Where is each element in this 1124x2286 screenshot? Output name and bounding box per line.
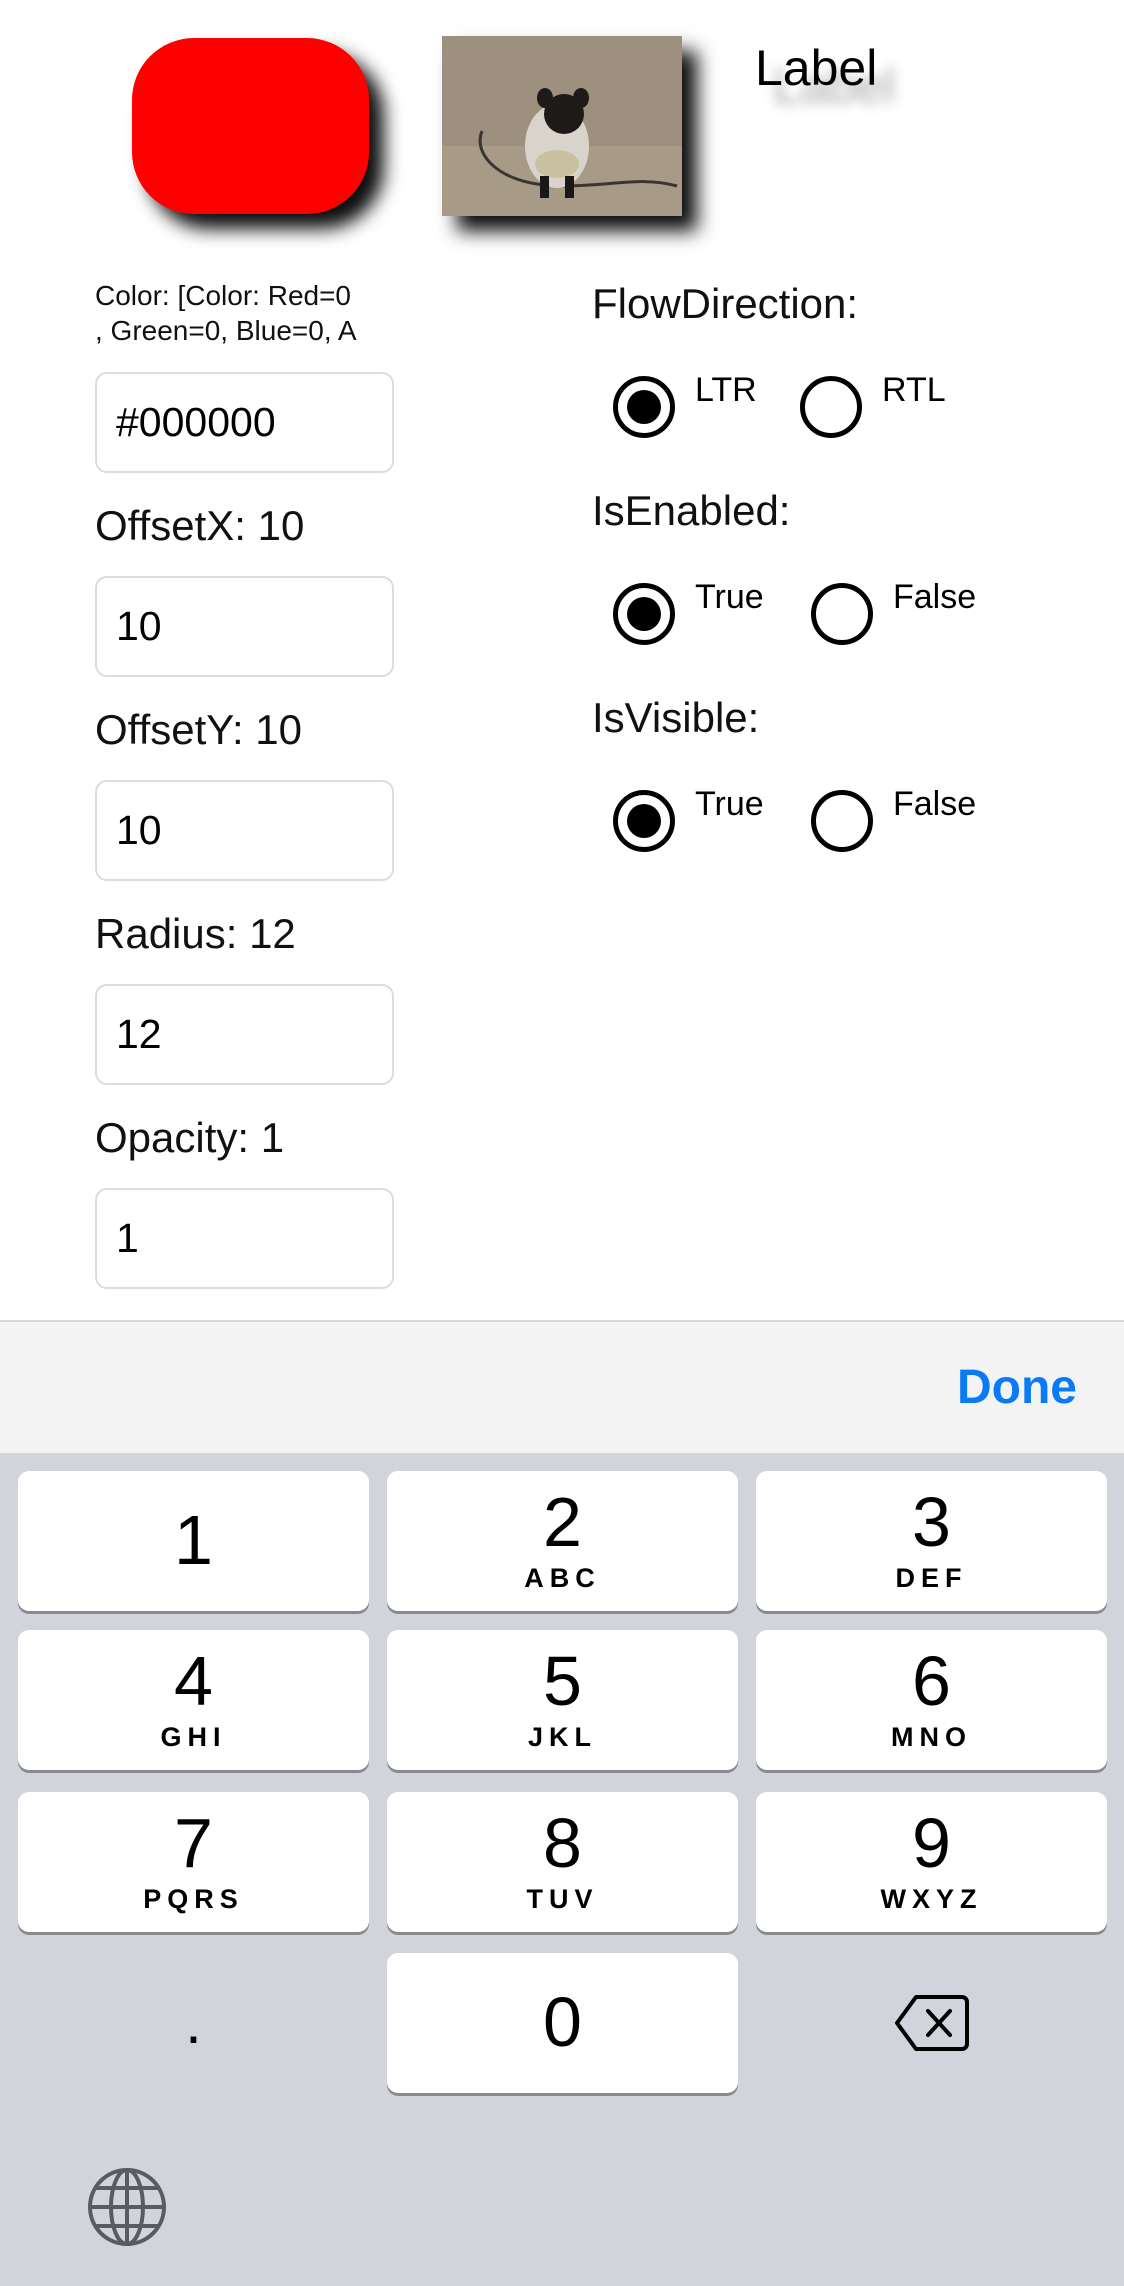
radius-label: Radius: 12 (95, 910, 296, 957)
key-7[interactable]: 7 PQRS (18, 1792, 369, 1932)
radius-entry[interactable]: 12 (95, 984, 394, 1085)
opacity-entry[interactable]: 1 (95, 1188, 394, 1289)
key-9[interactable]: 9 WXYZ (756, 1792, 1107, 1932)
opacity-label: Opacity: 1 (95, 1114, 285, 1161)
shadow-preview-image (442, 36, 682, 216)
key-6[interactable]: 6 MNO (756, 1630, 1107, 1770)
key-0[interactable]: 0 (387, 1953, 738, 2093)
key-1[interactable]: 1 (18, 1471, 369, 1611)
opacity-entry-value: 1 (116, 1190, 144, 1287)
key-5-letters: JKL (527, 1722, 597, 1752)
key-8-letters: TUV (526, 1884, 599, 1914)
radio-visible-false-label: False (893, 785, 977, 823)
key-3[interactable]: 3 DEF (756, 1471, 1107, 1611)
radius-entry-value: 12 (116, 1011, 162, 1057)
key-3-letters: DEF (895, 1563, 968, 1593)
radio-enabled-true-circle (613, 583, 675, 645)
key-4-letters: GHI (160, 1722, 227, 1752)
key-7-digit: 7 (174, 1804, 213, 1882)
shadow-preview-box (132, 38, 369, 214)
keyboard-accessory-bar: Done (0, 1320, 1124, 1453)
offsety-entry-value: 10 (116, 807, 162, 853)
key-8[interactable]: 8 TUV (387, 1792, 738, 1932)
key-5[interactable]: 5 JKL (387, 1630, 738, 1770)
radio-rtl-label: RTL (882, 371, 946, 409)
key-6-letters: MNO (891, 1722, 972, 1752)
key-1-digit: 1 (174, 1501, 213, 1579)
pug-photo-icon (442, 36, 682, 216)
radio-rtl[interactable]: RTL (800, 370, 946, 438)
flowdirection-label: FlowDirection: (592, 280, 859, 327)
radio-visible-true-label: True (695, 785, 764, 823)
offsety-label: OffsetY: 10 (95, 706, 303, 753)
radio-enabled-false-label: False (893, 578, 977, 616)
radio-ltr-label: LTR (695, 371, 757, 409)
offsetx-entry[interactable]: 10 (95, 576, 394, 677)
color-caption: Color: [Color: Red=0 , Green=0, Blue=0, … (95, 280, 357, 346)
radio-visible-true[interactable]: True (613, 784, 764, 852)
radio-ltr[interactable]: LTR (613, 370, 757, 438)
radio-enabled-false-circle (811, 583, 873, 645)
color-entry[interactable]: #000000 (95, 372, 394, 473)
radio-visible-false-circle (811, 790, 873, 852)
radio-visible-false[interactable]: False (811, 784, 976, 852)
done-button[interactable]: Done (957, 1360, 1077, 1416)
radio-enabled-false[interactable]: False (811, 577, 976, 645)
key-2-digit: 2 (543, 1483, 582, 1561)
offsety-entry[interactable]: 10 (95, 780, 394, 881)
radio-enabled-true[interactable]: True (613, 577, 764, 645)
offsetx-entry-value: 10 (116, 603, 162, 649)
globe-icon[interactable] (86, 2166, 168, 2248)
radio-enabled-true-label: True (695, 578, 764, 616)
key-6-digit: 6 (912, 1642, 951, 1720)
key-4[interactable]: 4 GHI (18, 1630, 369, 1770)
radio-ltr-circle (613, 376, 675, 438)
key-backspace[interactable] (756, 1953, 1107, 2093)
radio-visible-true-circle (613, 790, 675, 852)
shadow-preview-label: Label (755, 40, 878, 96)
key-2[interactable]: 2 ABC (387, 1471, 738, 1611)
isvisible-label: IsVisible: (592, 694, 760, 741)
key-9-letters: WXYZ (880, 1884, 983, 1914)
offsetx-label: OffsetX: 10 (95, 502, 305, 549)
key-3-digit: 3 (912, 1483, 951, 1561)
color-entry-value: #000000 (116, 399, 276, 445)
isenabled-label: IsEnabled: (592, 487, 791, 534)
key-decimal-label: . (185, 1989, 202, 2056)
backspace-icon (894, 1995, 969, 2051)
key-0-digit: 0 (543, 1983, 582, 2061)
key-4-digit: 4 (174, 1642, 213, 1720)
radio-rtl-circle (800, 376, 862, 438)
key-8-digit: 8 (543, 1804, 582, 1882)
key-2-letters: ABC (524, 1563, 601, 1593)
key-9-digit: 9 (912, 1804, 951, 1882)
key-5-digit: 5 (543, 1642, 582, 1720)
key-decimal[interactable]: . (18, 1953, 369, 2093)
key-7-letters: PQRS (143, 1884, 244, 1914)
